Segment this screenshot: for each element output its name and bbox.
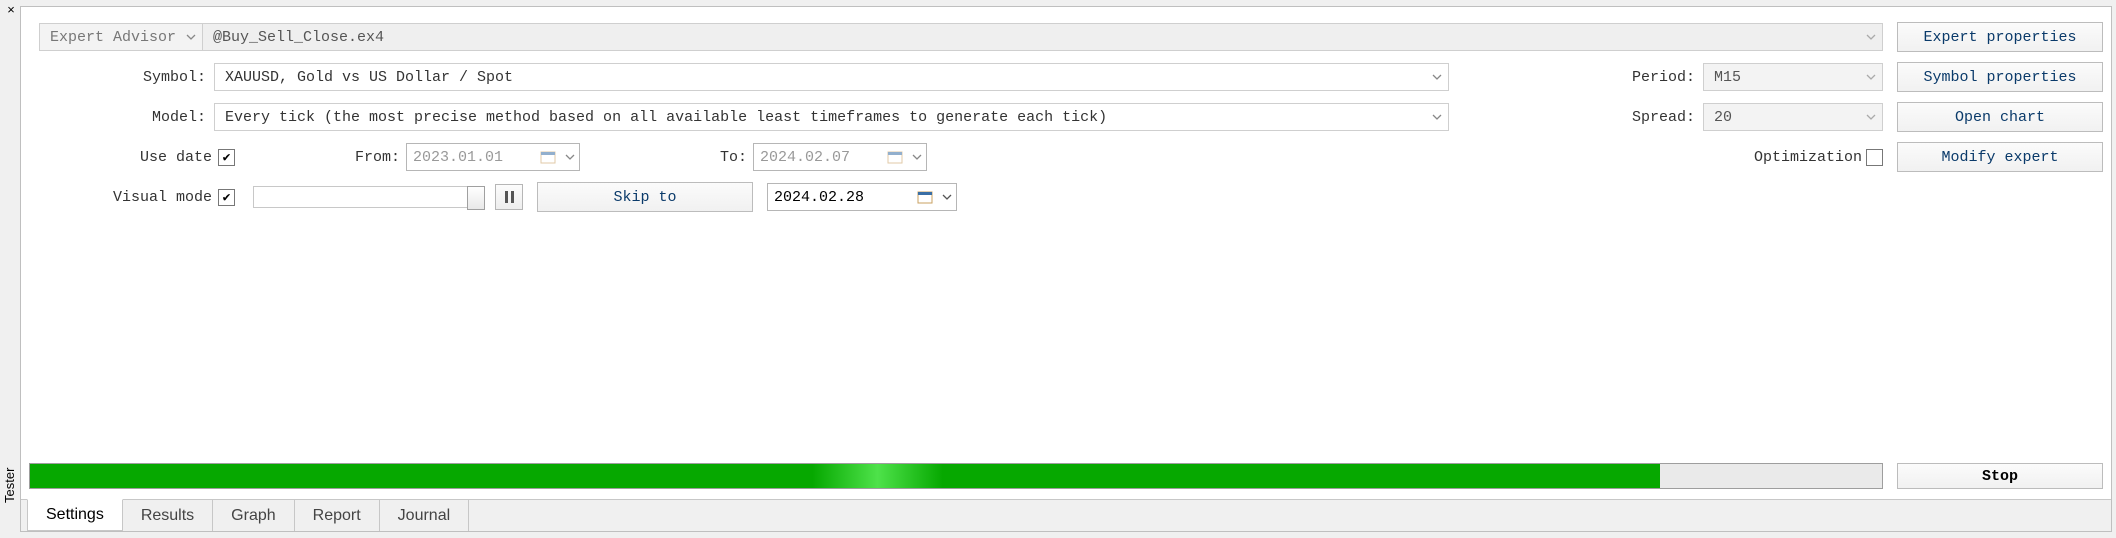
chevron-down-icon — [565, 154, 575, 160]
stop-button[interactable]: Stop — [1897, 463, 2103, 489]
use-date-checkbox[interactable] — [218, 149, 235, 166]
model-value: Every tick (the most precise method base… — [225, 109, 1107, 126]
speed-slider[interactable] — [253, 186, 485, 208]
chevron-down-icon — [1866, 74, 1876, 80]
symbol-value: XAUUSD, Gold vs US Dollar / Spot — [225, 69, 513, 86]
spread-label: Spread: — [1632, 109, 1703, 126]
use-date-label: Use date — [29, 149, 214, 166]
period-value: M15 — [1714, 69, 1741, 86]
pause-button[interactable] — [495, 184, 523, 210]
chevron-down-icon — [1866, 34, 1876, 40]
from-date-value: 2023.01.01 — [413, 149, 503, 166]
period-dropdown[interactable]: M15 — [1703, 63, 1883, 91]
visual-mode-label: Visual mode — [29, 189, 214, 206]
skip-to-date-input[interactable]: 2024.02.28 — [767, 183, 957, 211]
expert-properties-button[interactable]: Expert properties — [1897, 22, 2103, 52]
tabs-bar: Settings Results Graph Report Journal — [21, 499, 2111, 531]
tab-graph[interactable]: Graph — [213, 500, 294, 531]
chevron-down-icon — [1432, 114, 1442, 120]
period-label: Period: — [1632, 69, 1703, 86]
expert-advisor-type-dropdown[interactable]: Expert Advisor — [39, 23, 202, 51]
expert-file-value: @Buy_Sell_Close.ex4 — [213, 29, 1858, 46]
chevron-down-icon — [1432, 74, 1442, 80]
tab-report[interactable]: Report — [295, 500, 380, 531]
symbol-dropdown[interactable]: XAUUSD, Gold vs US Dollar / Spot — [214, 63, 1449, 91]
open-chart-button[interactable]: Open chart — [1897, 102, 2103, 132]
model-label: Model: — [29, 109, 214, 126]
tab-journal[interactable]: Journal — [380, 500, 469, 531]
progress-fill — [30, 464, 1660, 488]
calendar-icon — [886, 149, 904, 165]
chevron-down-icon — [1866, 114, 1876, 120]
model-dropdown[interactable]: Every tick (the most precise method base… — [214, 103, 1449, 131]
progress-bar — [29, 463, 1883, 489]
symbol-properties-button[interactable]: Symbol properties — [1897, 62, 2103, 92]
tab-settings[interactable]: Settings — [27, 499, 123, 531]
optimization-checkbox[interactable] — [1866, 149, 1883, 166]
tester-panel: Expert Advisor @Buy_Sell_Close.ex4 Exper… — [20, 6, 2112, 532]
calendar-icon — [916, 189, 934, 205]
spread-value: 20 — [1714, 109, 1732, 126]
modify-expert-button[interactable]: Modify expert — [1897, 142, 2103, 172]
to-date-value: 2024.02.07 — [760, 149, 850, 166]
to-label: To: — [720, 149, 753, 166]
visual-mode-checkbox[interactable] — [218, 189, 235, 206]
symbol-label: Symbol: — [29, 69, 214, 86]
expert-advisor-label: Expert Advisor — [50, 29, 176, 46]
spread-dropdown[interactable]: 20 — [1703, 103, 1883, 131]
to-date-input[interactable]: 2024.02.07 — [753, 143, 927, 171]
from-date-input[interactable]: 2023.01.01 — [406, 143, 580, 171]
calendar-icon — [539, 149, 557, 165]
chevron-down-icon — [912, 154, 922, 160]
chevron-down-icon — [186, 34, 196, 40]
chevron-down-icon — [942, 194, 952, 200]
optimization-label: Optimization — [1754, 149, 1862, 166]
skip-to-date-value: 2024.02.28 — [774, 189, 864, 206]
slider-thumb[interactable] — [467, 186, 485, 210]
from-label: From: — [355, 149, 406, 166]
expert-file-dropdown[interactable]: @Buy_Sell_Close.ex4 — [202, 23, 1883, 51]
tester-side-tab[interactable]: Tester — [2, 458, 17, 512]
close-icon[interactable]: × — [4, 4, 18, 18]
tab-results[interactable]: Results — [123, 500, 213, 531]
skip-to-button[interactable]: Skip to — [537, 182, 753, 212]
